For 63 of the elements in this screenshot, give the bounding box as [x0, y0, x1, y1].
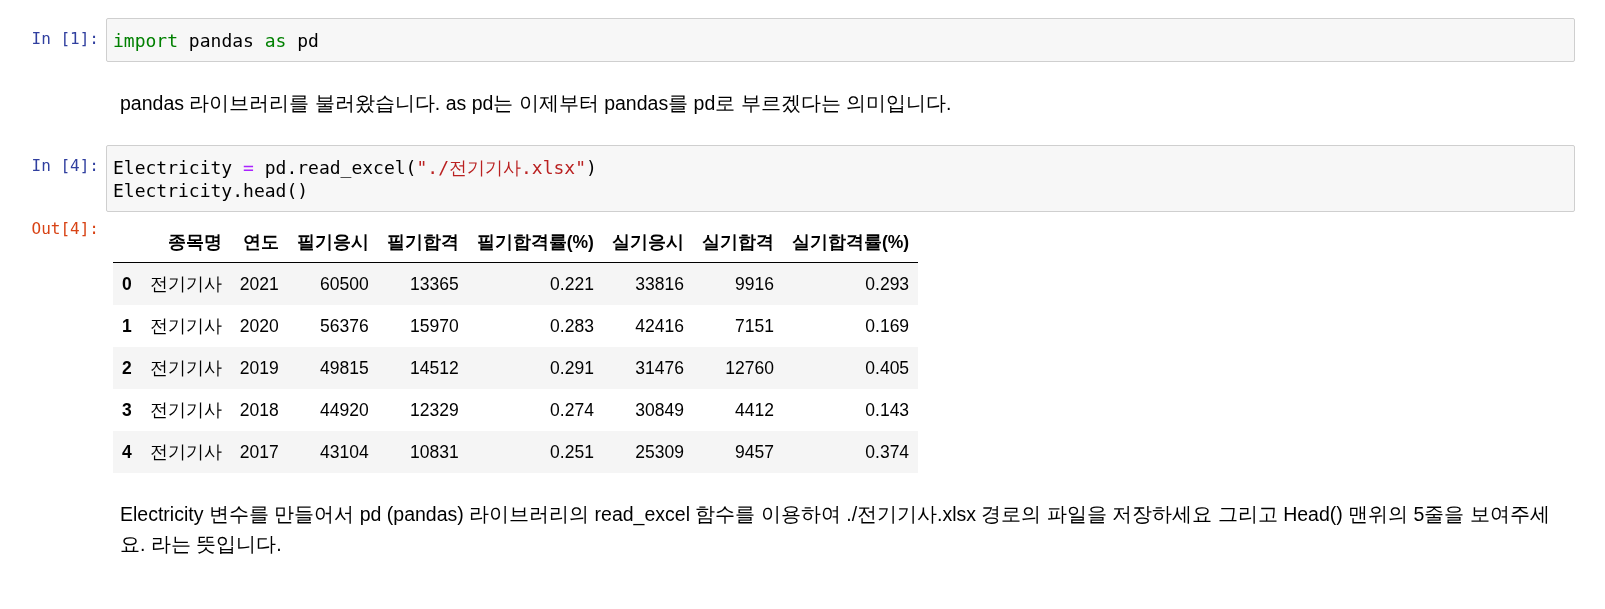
table-cell: 전기기사: [140, 305, 231, 347]
code-line: import pandas as pd: [113, 29, 320, 52]
table-cell: 0.143: [782, 389, 919, 431]
table-cell: 2018: [230, 389, 288, 431]
code-line: Electricity.head(): [113, 179, 310, 202]
table-cell: 0.374: [782, 431, 919, 473]
table-cell: 15970: [377, 305, 468, 347]
table-cell: 9457: [692, 431, 783, 473]
code-editor[interactable]: Electricity = pd.read_excel("./전기기사.xlsx") Electricity.head(): [106, 145, 1575, 212]
table-cell: 31476: [602, 347, 693, 389]
table-cell: 25309: [602, 431, 693, 473]
row-index: 2: [113, 347, 141, 389]
table-cell: 12760: [692, 347, 783, 389]
table-cell: 전기기사: [140, 431, 231, 473]
table-cell: 0.283: [467, 305, 603, 347]
table-cell: 0.405: [782, 347, 919, 389]
column-header: 실기합격: [692, 222, 783, 263]
table-cell: 12329: [377, 389, 468, 431]
table-cell: 49815: [287, 347, 378, 389]
row-index: 0: [113, 262, 141, 305]
table-cell: 0.291: [467, 347, 603, 389]
input-prompt: In [1]:: [31, 28, 99, 48]
table-cell: 0.274: [467, 389, 603, 431]
table-cell: 43104: [287, 431, 378, 473]
column-header: 종목명: [140, 222, 231, 263]
table-cell: 30849: [602, 389, 693, 431]
column-header: 실기응시: [602, 222, 693, 263]
output-prompt: Out[4]:: [31, 218, 99, 238]
row-index: 4: [113, 431, 141, 473]
table-cell: 7151: [692, 305, 783, 347]
column-header: 필기합격률(%): [467, 222, 603, 263]
table-cell: 2017: [230, 431, 288, 473]
code-line: Electricity = pd.read_excel("./전기기사.xlsx"): [113, 156, 598, 179]
paragraph: pandas 라이브러리를 불러왔습니다. as pd는 이제부터 pandas를 pd로 부르겠다는 의미입니다.: [120, 91, 953, 116]
code-editor[interactable]: import pandas as pd: [106, 18, 1575, 62]
table-cell: 44920: [287, 389, 378, 431]
column-header: 실기합격률(%): [782, 222, 919, 263]
column-header: 필기합격: [377, 222, 468, 263]
table-cell: 2020: [230, 305, 288, 347]
row-index: 3: [113, 389, 141, 431]
table-cell: 0.221: [467, 262, 603, 305]
table-cell: 2019: [230, 347, 288, 389]
table-cell: 4412: [692, 389, 783, 431]
table-cell: 2021: [230, 262, 288, 305]
table-cell: 14512: [377, 347, 468, 389]
input-prompt: In [4]:: [31, 155, 99, 175]
table-cell: 0.293: [782, 262, 919, 305]
table-cell: 13365: [377, 262, 468, 305]
table-cell: 42416: [602, 305, 693, 347]
paragraph: Electricity 변수를 만들어서 pd (pandas) 라이브러리의 read_excel 함수를 이용하여 ./전기기사.xlsx 경로의 파일을 저장하세요 그리고 Head() 맨위의 5줄을 보여주세요. 라는 뜻입니다.: [120, 502, 1551, 557]
column-header: 필기응시: [287, 222, 378, 263]
row-index: 1: [113, 305, 141, 347]
table-cell: 10831: [377, 431, 468, 473]
table-cell: 전기기사: [140, 262, 231, 305]
table-cell: 60500: [287, 262, 378, 305]
column-header: 연도: [230, 222, 288, 263]
table-cell: 56376: [287, 305, 378, 347]
table-cell: 0.251: [467, 431, 603, 473]
table-cell: 9916: [692, 262, 783, 305]
table-cell: 전기기사: [140, 347, 231, 389]
table-cell: 0.169: [782, 305, 919, 347]
table-cell: 33816: [602, 262, 693, 305]
table-cell: 전기기사: [140, 389, 231, 431]
